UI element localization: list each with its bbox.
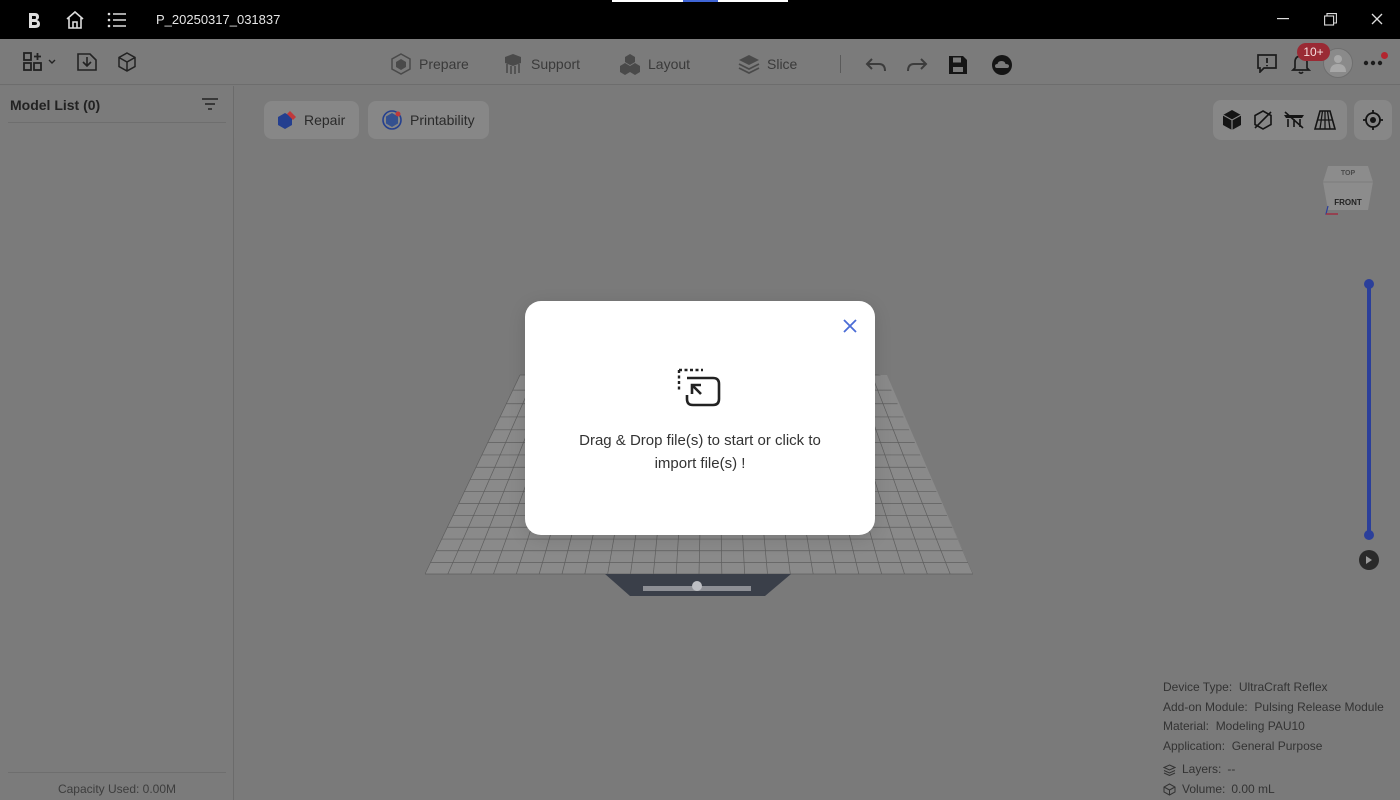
app-logo-icon[interactable] bbox=[23, 9, 45, 31]
drag-drop-icon bbox=[677, 368, 721, 407]
layer-slider-track[interactable] bbox=[1367, 284, 1371, 536]
import-file-icon[interactable] bbox=[75, 50, 99, 74]
title-bar: P_20250317_031837 bbox=[0, 0, 1400, 39]
printability-icon bbox=[380, 108, 404, 132]
model-list-panel: Model List (0) Capacity Used: 0.00M bbox=[0, 86, 234, 800]
feedback-icon[interactable] bbox=[1255, 51, 1279, 75]
cloud-icon[interactable] bbox=[990, 53, 1014, 77]
capacity-used: Capacity Used: 0.00M bbox=[57, 782, 177, 796]
model-cube-icon[interactable] bbox=[115, 50, 139, 74]
transparent-view-icon[interactable] bbox=[1251, 108, 1275, 132]
addon-value: Pulsing Release Module bbox=[1254, 699, 1384, 714]
volume-row: Volume: 0.00 mL bbox=[1163, 780, 1384, 800]
main-toolbar: Prepare Support Layout Slice bbox=[0, 39, 1400, 85]
support-icon bbox=[502, 53, 524, 75]
view-mode-group bbox=[1213, 100, 1347, 140]
solid-view-icon[interactable] bbox=[1220, 108, 1244, 132]
volume-label: Volume: bbox=[1182, 781, 1226, 796]
close-icon[interactable] bbox=[841, 317, 859, 335]
application-row: Application: General Purpose bbox=[1163, 737, 1384, 757]
redo-icon[interactable] bbox=[905, 53, 929, 77]
print-info-panel: Device Type: UltraCraft Reflex Add-on Mo… bbox=[1163, 678, 1384, 799]
loading-progress bbox=[612, 0, 788, 2]
view-cube[interactable]: TOP FRONT bbox=[1320, 162, 1376, 222]
filter-icon[interactable] bbox=[200, 96, 220, 114]
device-type-row: Device Type: UltraCraft Reflex bbox=[1163, 678, 1384, 698]
minimize-button[interactable] bbox=[1271, 8, 1295, 30]
device-type-label: Device Type: bbox=[1163, 680, 1233, 694]
addon-label: Add-on Module: bbox=[1163, 699, 1248, 714]
volume-value: 0.00 mL bbox=[1231, 781, 1275, 796]
loading-progress-fill bbox=[683, 0, 719, 2]
volume-icon bbox=[1163, 783, 1176, 796]
layers-icon bbox=[1163, 764, 1176, 776]
undo-icon[interactable] bbox=[864, 53, 888, 77]
layers-row: Layers: -- bbox=[1163, 760, 1384, 780]
device-type-value: UltraCraft Reflex bbox=[1238, 680, 1328, 694]
layers-label: Layers: bbox=[1182, 762, 1222, 776]
repair-label: Repair bbox=[304, 112, 346, 128]
panel-divider bbox=[8, 122, 226, 123]
layers-value: -- bbox=[1227, 762, 1236, 776]
repair-button[interactable]: Repair bbox=[264, 101, 360, 139]
notification-badge: 10+ bbox=[1297, 43, 1330, 61]
unread-dot bbox=[1381, 52, 1388, 59]
hide-support-icon[interactable] bbox=[1282, 108, 1306, 132]
material-value: Modeling PAU10 bbox=[1215, 719, 1305, 733]
tab-slice-label: Slice bbox=[767, 56, 798, 72]
addon-row: Add-on Module: Pulsing Release Module bbox=[1163, 698, 1384, 718]
application-label: Application: bbox=[1163, 738, 1226, 753]
layer-slider-top-handle[interactable] bbox=[1364, 279, 1374, 289]
menu-list-icon[interactable] bbox=[106, 9, 128, 31]
build-plate-view-icon[interactable] bbox=[1313, 108, 1337, 132]
tab-support[interactable]: Support bbox=[502, 51, 580, 77]
import-message[interactable]: Drag & Drop file(s) to start or click to… bbox=[565, 429, 835, 475]
project-title: P_20250317_031837 bbox=[156, 12, 281, 27]
home-icon[interactable] bbox=[64, 9, 86, 31]
layer-slider-bottom-handle[interactable] bbox=[1364, 530, 1374, 540]
tab-support-label: Support bbox=[531, 56, 581, 72]
printability-button[interactable]: Printability bbox=[368, 101, 489, 139]
model-list-title: Model List (0) bbox=[10, 97, 101, 113]
panel-divider bbox=[8, 772, 226, 773]
tab-layout[interactable]: Layout bbox=[619, 51, 690, 77]
view-cube-top-label: TOP bbox=[1341, 170, 1356, 177]
prepare-icon bbox=[390, 53, 412, 75]
view-cube-front-label: FRONT bbox=[1334, 198, 1362, 207]
tab-slice[interactable]: Slice bbox=[738, 51, 797, 77]
tab-prepare-label: Prepare bbox=[419, 56, 469, 72]
tab-prepare[interactable]: Prepare bbox=[390, 51, 469, 77]
repair-icon bbox=[276, 109, 298, 131]
application-value: General Purpose bbox=[1231, 738, 1323, 753]
layout-icon bbox=[619, 53, 641, 75]
material-row: Material: Modeling PAU10 bbox=[1163, 717, 1384, 737]
slice-icon bbox=[738, 53, 760, 75]
material-label: Material: bbox=[1163, 719, 1210, 733]
play-layers-button[interactable] bbox=[1359, 550, 1379, 570]
save-icon[interactable] bbox=[946, 53, 970, 77]
tab-layout-label: Layout bbox=[648, 56, 691, 72]
printability-label: Printability bbox=[410, 112, 475, 128]
restore-button[interactable] bbox=[1318, 8, 1342, 30]
close-window-button[interactable] bbox=[1365, 8, 1389, 30]
toolbar-separator bbox=[840, 55, 841, 73]
import-dialog[interactable]: Drag & Drop file(s) to start or click to… bbox=[525, 301, 875, 535]
locate-icon[interactable] bbox=[1354, 100, 1392, 140]
add-model-dropdown-button[interactable] bbox=[20, 50, 60, 74]
